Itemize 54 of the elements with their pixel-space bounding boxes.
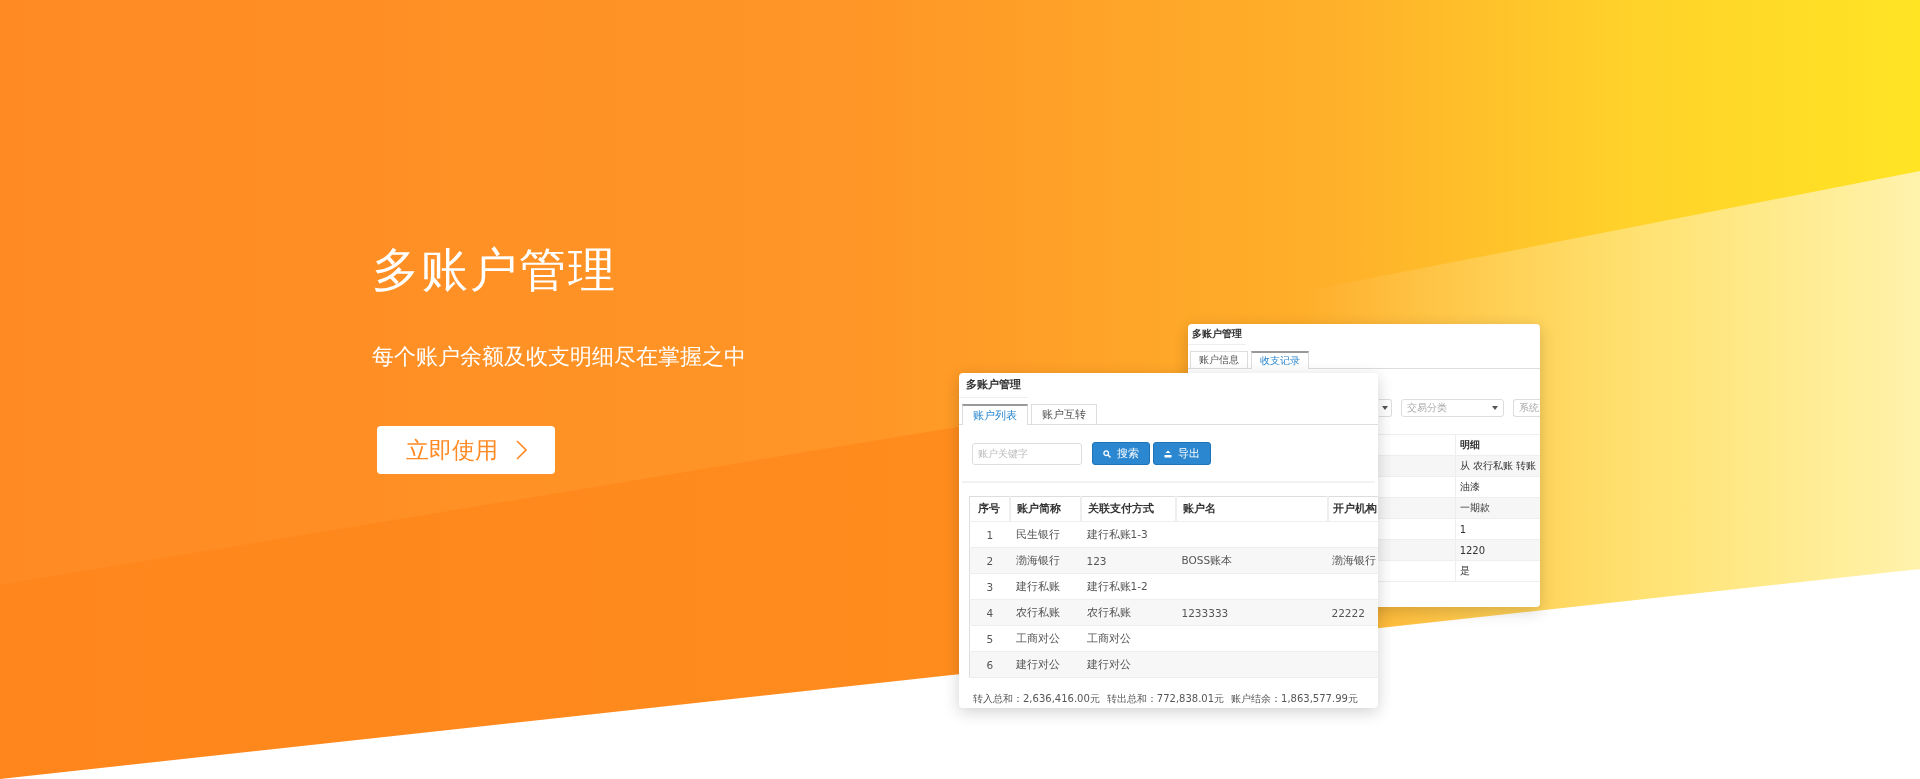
dropdown[interactable]: 交易分类 bbox=[1401, 399, 1504, 417]
table-cell: 农行私账 bbox=[1015, 605, 1060, 618]
dropdown[interactable]: 系统 bbox=[1513, 399, 1540, 417]
column-header: 关联支付方式 bbox=[1080, 496, 1176, 522]
search-field[interactable]: 账户关键字 bbox=[972, 442, 1082, 465]
caret-icon bbox=[1382, 406, 1388, 410]
chevron-right-icon bbox=[515, 440, 527, 460]
tab[interactable]: 账户列表 bbox=[962, 404, 1028, 425]
table-cell: 渤海银行 bbox=[1015, 553, 1060, 566]
table-cell: 建行私账 bbox=[1015, 579, 1060, 592]
table-cell: 建行私账1-3 bbox=[1086, 527, 1148, 540]
tab[interactable]: 账户信息 bbox=[1190, 351, 1248, 368]
table-cell: 3 bbox=[986, 580, 994, 593]
tab[interactable]: 账户互转 bbox=[1031, 404, 1097, 424]
table-cell: 建行对公 bbox=[1086, 657, 1131, 670]
total-text: 转入总和：2,636,416.00元 bbox=[973, 692, 1100, 706]
column-header: 明细 bbox=[1455, 434, 1540, 456]
export-button[interactable]: 导出 bbox=[1153, 442, 1211, 465]
table-cell: 2 bbox=[986, 554, 994, 567]
table-cell: 5 bbox=[986, 632, 994, 645]
table-cell: 1 bbox=[986, 528, 994, 541]
table-cell: 123 bbox=[1086, 554, 1107, 567]
table-cell: 建行对公 bbox=[1015, 657, 1060, 670]
table-cell: 是 bbox=[1455, 560, 1540, 582]
table-cell: 油漆 bbox=[1455, 476, 1540, 498]
search-button[interactable]: 搜索 bbox=[1092, 442, 1150, 465]
table-cell: 1233333 bbox=[1181, 606, 1229, 619]
table-cell: 农行私账 bbox=[1086, 605, 1131, 618]
column-header: 账户简称 bbox=[1009, 496, 1081, 522]
column-header: 序号 bbox=[969, 496, 1010, 522]
table-cell: 4 bbox=[986, 606, 994, 619]
tab[interactable]: 收支记录 bbox=[1251, 351, 1309, 369]
banner-title: 多账户管理 bbox=[372, 241, 618, 299]
table-cell: 22222 bbox=[1331, 606, 1365, 619]
table-cell: 工商对公 bbox=[1086, 631, 1131, 644]
search-icon bbox=[1103, 449, 1111, 458]
window-title: 多账户管理 bbox=[959, 373, 1028, 398]
column-header: 开户机构 bbox=[1327, 496, 1378, 522]
column-header: 账户名 bbox=[1175, 496, 1328, 522]
dropdown[interactable] bbox=[1379, 399, 1392, 417]
table-cell: BOSS账本 bbox=[1181, 553, 1233, 566]
table-cell: 6 bbox=[986, 658, 994, 671]
window-title: 多账户管理 bbox=[1188, 324, 1246, 345]
table-cell: 建行私账1-2 bbox=[1086, 579, 1148, 592]
total-text: 账户结余：1,863,577.99元 bbox=[1231, 692, 1358, 706]
caret-icon bbox=[1492, 406, 1498, 410]
table-cell: 1 bbox=[1455, 518, 1540, 540]
start-button[interactable]: 立即使用 bbox=[377, 426, 555, 474]
export-icon bbox=[1164, 449, 1172, 458]
table-cell: 工商对公 bbox=[1015, 631, 1060, 644]
table-cell: 渤海银行 bbox=[1331, 553, 1376, 566]
table-cell: 民生银行 bbox=[1015, 527, 1060, 540]
banner-subtitle: 每个账户余额及收支明细尽在掌握之中 bbox=[372, 343, 746, 371]
total-text: 转出总和：772,838.01元 bbox=[1106, 692, 1225, 706]
